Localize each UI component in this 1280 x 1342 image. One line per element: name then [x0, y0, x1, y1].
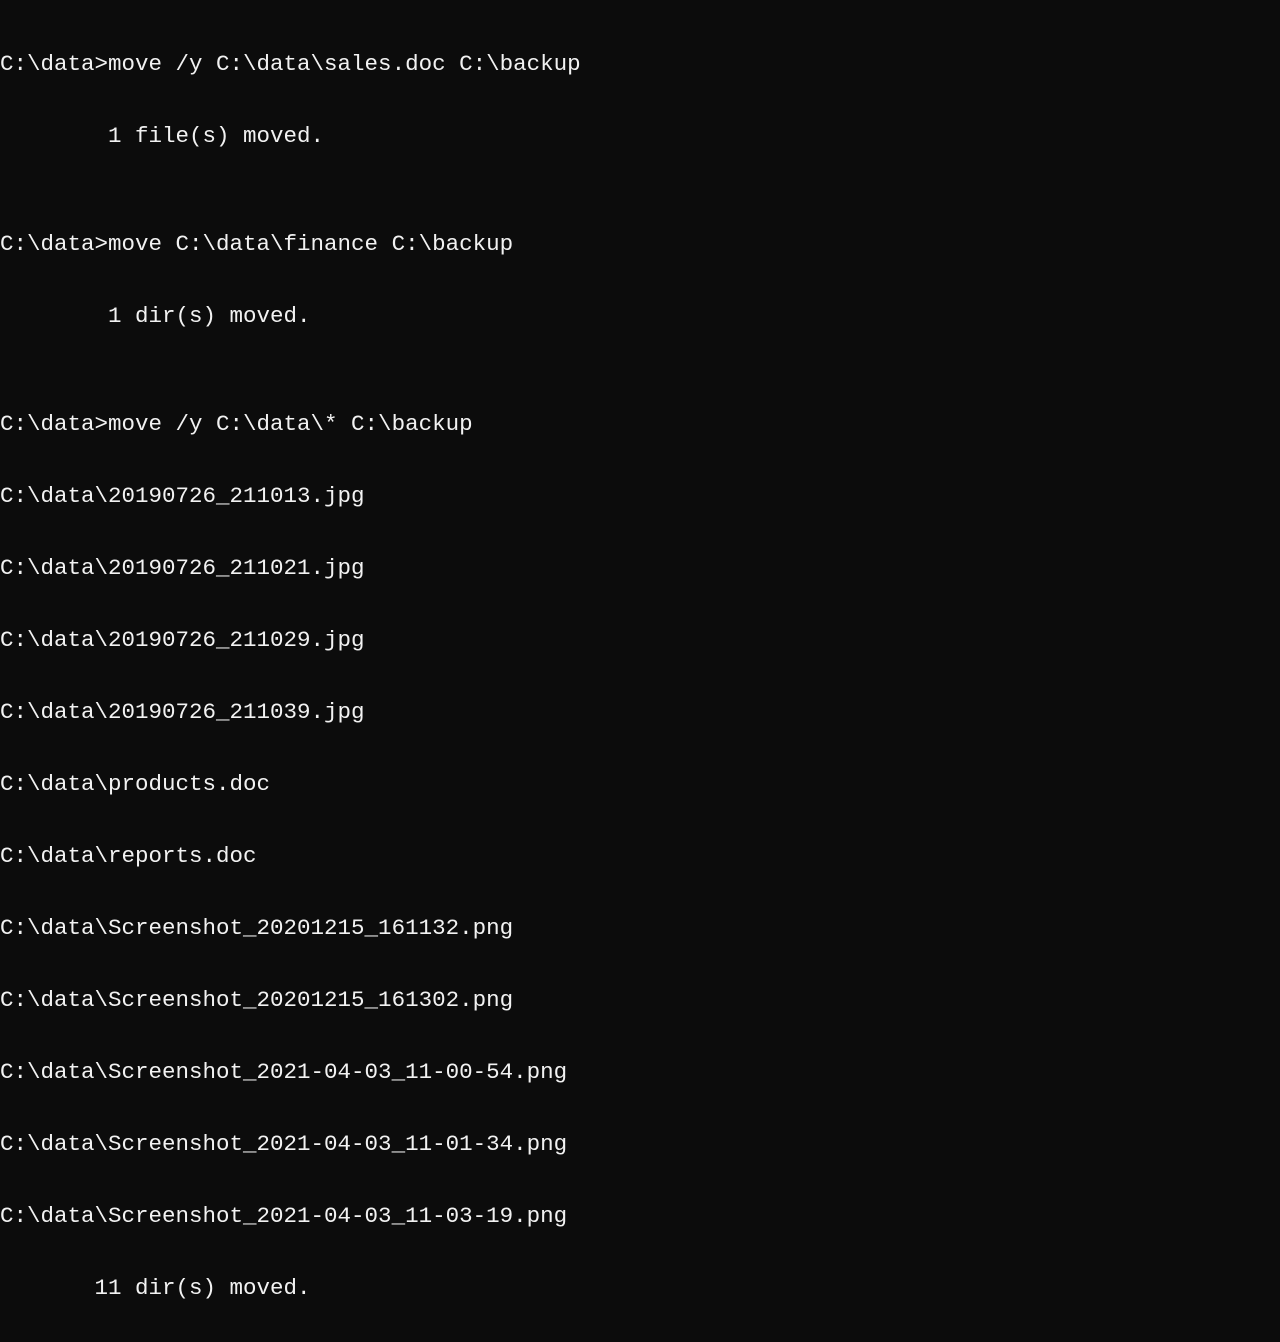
terminal-output[interactable]: C:\data>move /y C:\data\sales.doc C:\bac…	[0, 0, 1280, 1342]
output-line: 11 dir(s) moved.	[0, 1270, 1280, 1306]
output-line: 1 file(s) moved.	[0, 118, 1280, 154]
command-line: C:\data>move /y C:\data\sales.doc C:\bac…	[0, 46, 1280, 82]
output-line: C:\data\Screenshot_2021-04-03_11-00-54.p…	[0, 1054, 1280, 1090]
output-line: C:\data\20190726_211029.jpg	[0, 622, 1280, 658]
output-line: C:\data\20190726_211013.jpg	[0, 478, 1280, 514]
output-line: 1 dir(s) moved.	[0, 298, 1280, 334]
output-line: C:\data\20190726_211039.jpg	[0, 694, 1280, 730]
output-line: C:\data\reports.doc	[0, 838, 1280, 874]
command-line: C:\data>move C:\data\finance C:\backup	[0, 226, 1280, 262]
command-line: C:\data>move /y C:\data\* C:\backup	[0, 406, 1280, 442]
output-line: C:\data\Screenshot_2021-04-03_11-01-34.p…	[0, 1126, 1280, 1162]
output-line: C:\data\Screenshot_2021-04-03_11-03-19.p…	[0, 1198, 1280, 1234]
output-line: C:\data\20190726_211021.jpg	[0, 550, 1280, 586]
output-line: C:\data\Screenshot_20201215_161132.png	[0, 910, 1280, 946]
output-line: C:\data\Screenshot_20201215_161302.png	[0, 982, 1280, 1018]
output-line: C:\data\products.doc	[0, 766, 1280, 802]
